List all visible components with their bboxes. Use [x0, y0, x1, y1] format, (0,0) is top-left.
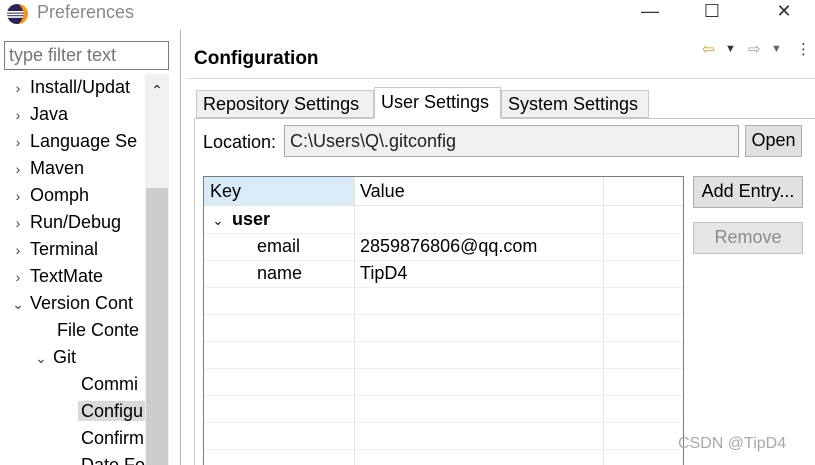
tree-item-committing[interactable]: Commi [81, 371, 138, 398]
tree-item-label: Date Fo [81, 455, 145, 465]
chevron-down-icon[interactable]: ⌄ [33, 345, 49, 372]
tree-item-file-content[interactable]: File Conte [57, 317, 139, 344]
tree-item-oomph[interactable]: › Oomph [10, 182, 89, 209]
eclipse-icon [7, 4, 28, 24]
filter-input[interactable] [4, 41, 169, 70]
close-icon[interactable]: ✕ [766, 0, 802, 24]
chevron-right-icon[interactable]: › [10, 237, 26, 264]
tree-item-configuration[interactable]: Configu [78, 398, 145, 425]
tree-item-label: Confirm [81, 428, 145, 448]
chevron-right-icon[interactable]: › [10, 183, 26, 210]
tab-repository-settings[interactable]: Repository Settings [196, 90, 374, 118]
scrollbar-thumb[interactable] [146, 188, 168, 465]
navigation-toolbar: ⇦ ▼ ⇨ ▼ ⋮ [700, 40, 811, 62]
tree-item-language-servers[interactable]: › Language Se [10, 128, 137, 155]
tree-item-label: TextMate [30, 266, 104, 286]
tree-item-label: Git [53, 347, 77, 367]
tree-item-confirmations[interactable]: Confirm [81, 425, 144, 452]
tree-item-label: Terminal [30, 239, 99, 259]
tree-item-maven[interactable]: › Maven [10, 155, 84, 182]
tree-item-label: Java [30, 104, 69, 124]
tree-item-label: Run/Debug [30, 212, 122, 232]
header-separator [204, 205, 683, 206]
remove-button[interactable]: Remove [693, 222, 803, 254]
table-row-section[interactable]: ⌄ user [210, 206, 270, 233]
tree-item-label: Commi [81, 374, 138, 394]
location-label: Location: [203, 132, 277, 152]
tree-item-date-format[interactable]: Date Fo [81, 452, 145, 465]
chevron-up-icon[interactable]: ⌃ [145, 82, 169, 102]
chevron-down-icon[interactable]: ⌄ [10, 291, 26, 318]
chevron-right-icon[interactable]: › [10, 264, 26, 291]
tree-item-version-control[interactable]: ⌄ Version Cont [10, 290, 133, 317]
tree-item-label: Configu [78, 401, 145, 421]
tree-item-terminal[interactable]: › Terminal [10, 236, 98, 263]
title-bar: Preferences — ☐ ✕ [0, 0, 815, 26]
panel-divider[interactable] [180, 30, 181, 465]
row-separator [204, 341, 683, 342]
preferences-tree: › Install/Updat › Java › Language Se › Maven… [0, 74, 145, 465]
row-separator [204, 368, 683, 369]
row-separator [204, 314, 683, 315]
chevron-down-icon[interactable]: ⌄ [210, 207, 226, 234]
sidebar-scrollbar[interactable]: ⌃ [145, 74, 169, 465]
chevron-right-icon[interactable]: › [10, 156, 26, 183]
tree-item-git[interactable]: ⌄ Git [33, 344, 76, 371]
tree-item-label: Language Se [30, 131, 138, 151]
column-header-key[interactable]: Key [204, 177, 241, 205]
section-name: user [232, 209, 271, 229]
more-icon[interactable]: ⋮ [796, 40, 811, 58]
window-title: Preferences [37, 2, 135, 22]
tree-item-label: Maven [30, 158, 85, 178]
watermark: CSDN @TipD4 [678, 435, 787, 452]
page-title: Configuration [194, 48, 319, 69]
row-separator [204, 395, 683, 396]
table-row-value[interactable]: 2859876806@qq.com [360, 233, 537, 260]
tree-item-label: Version Cont [30, 293, 134, 313]
tab-user-settings[interactable]: User Settings [374, 87, 501, 119]
tree-item-label: File Conte [57, 320, 140, 340]
tab-system-settings[interactable]: System Settings [501, 90, 649, 118]
forward-menu-icon[interactable]: ▼ [771, 43, 782, 55]
location-field[interactable]: C:\Users\Q\.gitconfig [284, 125, 739, 157]
chevron-right-icon[interactable]: › [10, 210, 26, 237]
tree-item-textmate[interactable]: › TextMate [10, 263, 103, 290]
add-entry-button[interactable]: Add Entry... [693, 176, 803, 208]
table-row-key[interactable]: name [257, 260, 302, 287]
chevron-right-icon[interactable]: › [10, 102, 26, 129]
title-separator [186, 78, 815, 79]
chevron-right-icon[interactable]: › [10, 75, 26, 102]
tree-item-java[interactable]: › Java [10, 101, 68, 128]
open-button[interactable]: Open [745, 125, 802, 157]
maximize-icon[interactable]: ☐ [694, 0, 730, 24]
tree-item-label: Oomph [30, 185, 90, 205]
column-header-value[interactable]: Value [354, 177, 405, 205]
table-row-key[interactable]: email [257, 233, 300, 260]
config-table[interactable]: Key Value ⌄ user email 2859876806@qq.com … [203, 176, 684, 465]
tree-item-label: Install/Updat [30, 77, 131, 97]
row-separator [204, 422, 683, 423]
forward-arrow-icon[interactable]: ⇨ [748, 40, 761, 58]
table-row-value[interactable]: TipD4 [360, 260, 407, 287]
tree-item-run-debug[interactable]: › Run/Debug [10, 209, 121, 236]
preferences-sidebar: ›Install/Updat ›Java ›Language Se ›Maven… [0, 30, 170, 465]
row-separator [204, 449, 683, 450]
back-arrow-icon[interactable]: ⇦ [702, 40, 715, 58]
chevron-right-icon[interactable]: › [10, 129, 26, 156]
back-menu-icon[interactable]: ▼ [725, 43, 736, 55]
tree-item-install-update[interactable]: › Install/Updat [10, 74, 130, 101]
row-separator [204, 287, 683, 288]
minimize-icon[interactable]: — [632, 0, 668, 24]
